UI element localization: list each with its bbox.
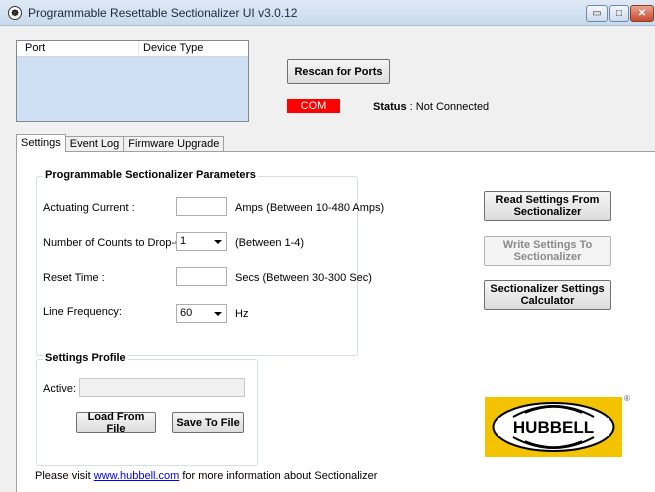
minimize-button[interactable]: ▭ bbox=[586, 5, 608, 22]
active-profile-field bbox=[79, 378, 245, 397]
hubbell-link[interactable]: www.hubbell.com bbox=[94, 470, 180, 482]
column-port[interactable]: Port bbox=[17, 41, 139, 56]
tab-strip: Settings Event Log Firmware Upgrade bbox=[16, 134, 225, 152]
line-frequency-label: Line Frequency: bbox=[43, 306, 122, 318]
com-indicator: COM bbox=[287, 99, 340, 113]
footer-suffix: for more information about Sectionalizer bbox=[179, 470, 378, 482]
settings-profile-title: Settings Profile bbox=[43, 352, 128, 364]
status-line: Status : Not Connected bbox=[373, 101, 489, 113]
hubbell-logo: HUBBELL bbox=[485, 397, 622, 457]
active-profile-label: Active: bbox=[43, 383, 77, 395]
tab-event-log[interactable]: Event Log bbox=[64, 136, 125, 152]
status-separator: : bbox=[406, 101, 416, 113]
column-device-type[interactable]: Device Type bbox=[139, 41, 203, 56]
title-bar: ☸ Programmable Resettable Sectionalizer … bbox=[0, 0, 655, 26]
rescan-ports-button[interactable]: Rescan for Ports bbox=[287, 59, 390, 84]
maximize-button[interactable]: □ bbox=[609, 5, 629, 22]
counts-hint: (Between 1-4) bbox=[235, 237, 305, 249]
hubbell-logo-text: HUBBELL bbox=[513, 418, 594, 437]
registered-mark: ® bbox=[624, 394, 630, 403]
footer-text: Please visit www.hubbell.com for more in… bbox=[35, 470, 377, 482]
line-frequency-value: 60 bbox=[180, 307, 193, 319]
port-list-header: Port Device Type bbox=[17, 41, 248, 57]
save-to-file-button[interactable]: Save To File bbox=[172, 412, 244, 433]
chevron-down-icon bbox=[214, 240, 222, 244]
actuating-current-label: Actuating Current : bbox=[43, 202, 135, 214]
write-settings-button[interactable]: Write Settings To Sectionalizer bbox=[484, 236, 611, 266]
hubbell-logo-graphic: HUBBELL bbox=[492, 402, 615, 452]
window-title: Programmable Resettable Sectionalizer UI… bbox=[28, 6, 298, 20]
reset-time-hint: Secs (Between 30-300 Sec) bbox=[235, 272, 372, 284]
tab-firmware-upgrade[interactable]: Firmware Upgrade bbox=[123, 136, 225, 152]
reset-time-input[interactable] bbox=[176, 267, 227, 286]
counts-select[interactable]: 1 bbox=[176, 232, 227, 251]
footer-prefix: Please visit bbox=[35, 470, 94, 482]
line-frequency-select[interactable]: 60 bbox=[176, 304, 227, 323]
chevron-down-icon bbox=[214, 312, 222, 316]
actuating-current-input[interactable] bbox=[176, 197, 227, 216]
counts-select-value: 1 bbox=[180, 235, 187, 247]
parameters-group: Programmable Sectionalizer Parameters Ac… bbox=[36, 169, 384, 356]
tab-settings[interactable]: Settings bbox=[16, 134, 66, 152]
line-frequency-hint: Hz bbox=[235, 308, 249, 320]
settings-calculator-button[interactable]: Sectionalizer Settings Calculator bbox=[484, 280, 611, 310]
close-icon: ✕ bbox=[637, 8, 647, 19]
read-settings-button[interactable]: Read Settings From Sectionalizer bbox=[484, 191, 611, 221]
minimize-icon: ▭ bbox=[592, 8, 602, 19]
close-button[interactable]: ✕ bbox=[630, 5, 654, 22]
port-list[interactable]: Port Device Type bbox=[16, 40, 249, 122]
settings-profile-group: Settings Profile Active: Load From File … bbox=[36, 352, 258, 466]
status-label: Status bbox=[373, 101, 407, 113]
status-value: Not Connected bbox=[415, 101, 490, 113]
maximize-icon: □ bbox=[615, 8, 623, 19]
app-icon: ☸ bbox=[8, 6, 22, 20]
load-from-file-button[interactable]: Load From File bbox=[76, 411, 156, 435]
reset-time-label: Reset Time : bbox=[43, 272, 105, 284]
actuating-current-hint: Amps (Between 10-480 Amps) bbox=[235, 202, 385, 214]
parameters-group-title: Programmable Sectionalizer Parameters bbox=[43, 169, 258, 181]
